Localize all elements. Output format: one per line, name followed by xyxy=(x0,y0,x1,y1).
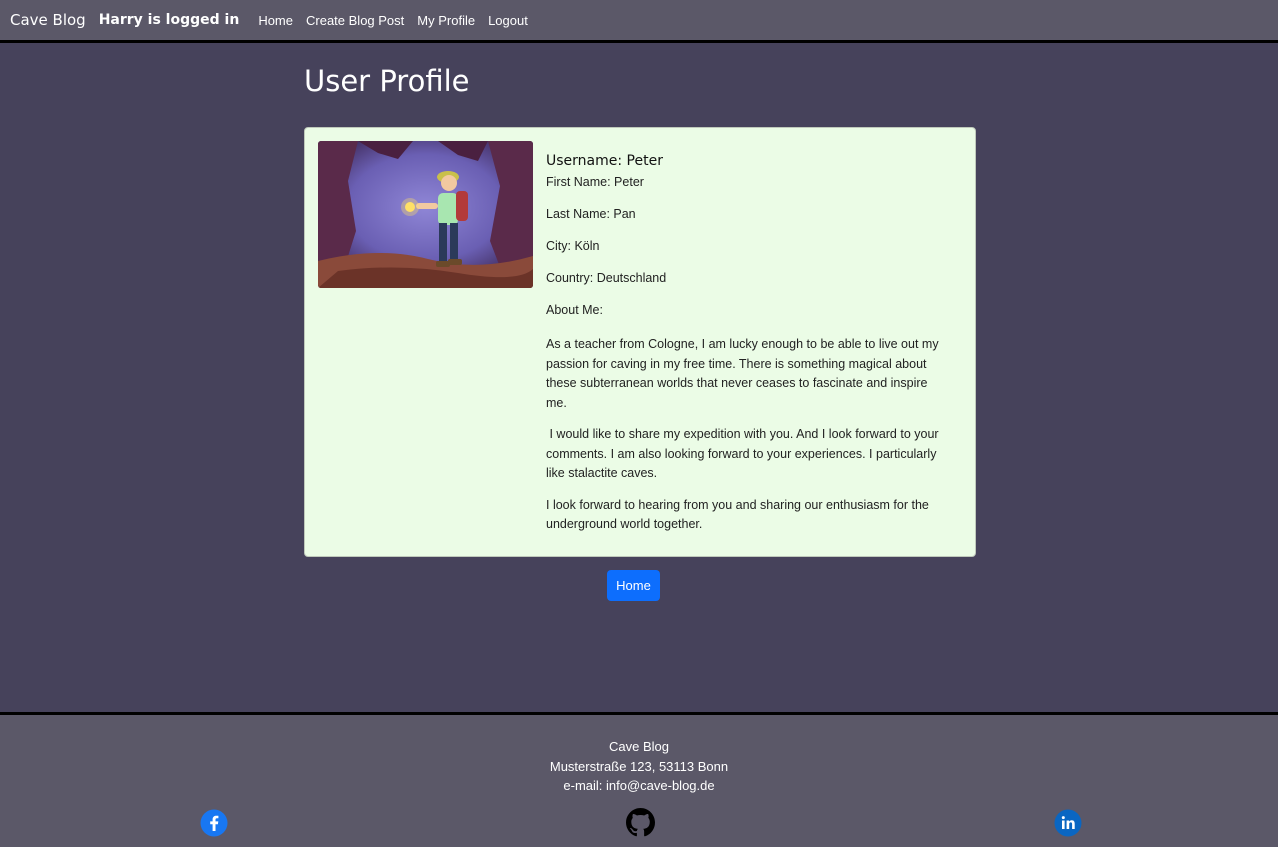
profile-about-label: About Me: xyxy=(546,303,603,317)
nav-my-profile-link[interactable]: My Profile xyxy=(417,13,475,28)
profile-username: Username: Peter xyxy=(546,153,663,169)
footer-address: Musterstraße 123, 53113 Bonn xyxy=(549,758,729,774)
brand-link[interactable]: Cave Blog xyxy=(10,11,86,29)
footer: Cave Blog Musterstraße 123, 53113 Bonn e… xyxy=(0,712,1278,847)
profile-first-name: First Name: Peter xyxy=(546,175,644,189)
profile-about-paragraph: I look forward to hearing from you and s… xyxy=(546,497,933,532)
github-icon[interactable] xyxy=(626,808,655,837)
footer-info: Cave Blog Musterstraße 123, 53113 Bonn e… xyxy=(0,737,1278,796)
profile-image xyxy=(318,141,533,288)
profile-city: City: Köln xyxy=(546,239,600,253)
profile-about-paragraph: As a teacher from Cologne, I am lucky en… xyxy=(546,337,943,410)
linkedin-icon[interactable] xyxy=(1053,808,1082,837)
profile-card: Username: Peter First Name: Peter Last N… xyxy=(304,127,976,557)
navbar: Cave Blog Harry is logged in Home Create… xyxy=(0,0,1278,43)
footer-name: Cave Blog xyxy=(609,739,669,754)
profile-about-paragraph: I would like to share my expedition with… xyxy=(546,427,943,480)
profile-last-name: Last Name: Pan xyxy=(546,207,636,221)
page-title: User Profile xyxy=(304,64,470,98)
home-button[interactable]: Home xyxy=(607,570,660,601)
nav-logout-link[interactable]: Logout xyxy=(488,13,528,28)
nav-home-link[interactable]: Home xyxy=(258,13,293,28)
profile-country: Country: Deutschland xyxy=(546,271,667,285)
logged-in-status: Harry is logged in xyxy=(98,12,240,28)
nav-create-blog-post-link[interactable]: Create Blog Post xyxy=(306,13,404,28)
footer-email: e-mail: info@cave-blog.de xyxy=(563,778,715,793)
profile-details: Username: Peter First Name: Peter Last N… xyxy=(546,153,946,547)
facebook-icon[interactable] xyxy=(199,808,228,837)
